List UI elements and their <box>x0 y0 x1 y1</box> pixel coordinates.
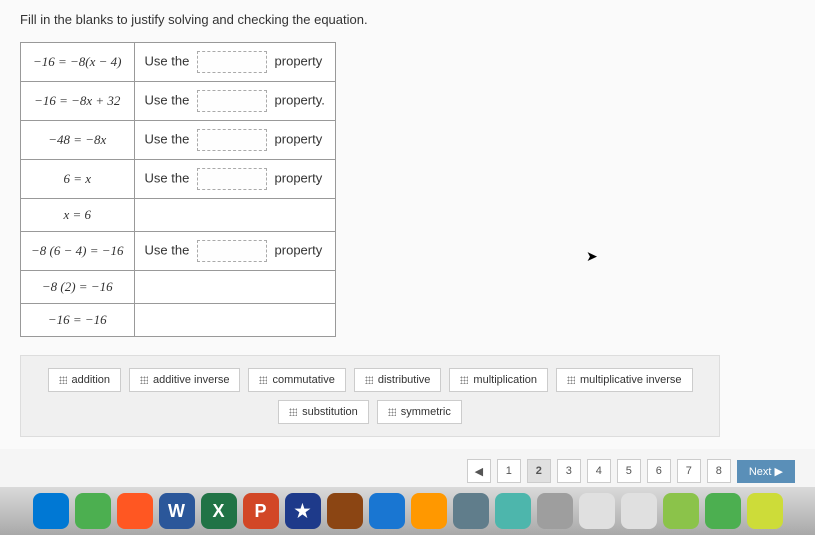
word-tile-distributive[interactable]: distributive <box>354 368 442 392</box>
action-cell: Use the property <box>134 160 335 199</box>
dock-app-icon[interactable] <box>537 493 573 529</box>
dock-app-icon[interactable] <box>327 493 363 529</box>
equation-cell: −8 (6 − 4) = −16 <box>21 232 135 271</box>
drag-handle-icon <box>140 376 148 384</box>
use-the-label: Use the <box>145 131 193 146</box>
property-label: property <box>271 170 322 185</box>
equation-cell: −16 = −8(x − 4) <box>21 43 135 82</box>
dock-app-icon[interactable] <box>621 493 657 529</box>
dock-app-icon[interactable] <box>747 493 783 529</box>
use-the-label: Use the <box>145 53 193 68</box>
word-tile-multiplicative-inverse[interactable]: multiplicative inverse <box>556 368 692 392</box>
word-bank: addition additive inverse commutative distr… <box>20 355 720 437</box>
action-cell: Use the property <box>134 232 335 271</box>
action-cell <box>134 304 335 337</box>
word-tile-label: multiplication <box>473 374 537 386</box>
page-4-button[interactable]: 4 <box>587 459 611 483</box>
equation-cell: −48 = −8x <box>21 121 135 160</box>
use-the-label: Use the <box>145 92 193 107</box>
page-3-button[interactable]: 3 <box>557 459 581 483</box>
action-cell: Use the property <box>134 121 335 160</box>
dock-app-icon[interactable] <box>663 493 699 529</box>
page-2-button[interactable]: 2 <box>527 459 551 483</box>
dock-app-icon[interactable] <box>33 493 69 529</box>
word-tile-addition[interactable]: addition <box>48 368 122 392</box>
dock-app-icon[interactable]: W <box>159 493 195 529</box>
dock-app-icon[interactable] <box>453 493 489 529</box>
property-label: property <box>271 131 322 146</box>
property-label: property <box>271 53 322 68</box>
page-8-button[interactable]: 8 <box>707 459 731 483</box>
word-tile-substitution[interactable]: substitution <box>278 400 369 424</box>
next-page-button[interactable]: Next ▶ <box>737 460 795 483</box>
property-drop-zone[interactable] <box>197 240 267 262</box>
drag-handle-icon <box>460 376 468 384</box>
property-drop-zone[interactable] <box>197 90 267 112</box>
word-tile-additive-inverse[interactable]: additive inverse <box>129 368 240 392</box>
prev-page-button[interactable]: ◀ <box>467 459 491 483</box>
drag-handle-icon <box>59 376 67 384</box>
drag-handle-icon <box>388 408 396 416</box>
word-tile-label: commutative <box>272 374 334 386</box>
property-label: property <box>271 242 322 257</box>
dock-app-icon[interactable] <box>579 493 615 529</box>
dock-app-icon[interactable] <box>75 493 111 529</box>
word-tile-label: multiplicative inverse <box>580 374 681 386</box>
drag-handle-icon <box>365 376 373 384</box>
word-tile-label: distributive <box>378 374 431 386</box>
page-5-button[interactable]: 5 <box>617 459 641 483</box>
dock-app-icon[interactable] <box>411 493 447 529</box>
action-cell <box>134 199 335 232</box>
property-drop-zone[interactable] <box>197 168 267 190</box>
drag-handle-icon <box>289 408 297 416</box>
word-tile-multiplication[interactable]: multiplication <box>449 368 548 392</box>
dock-app-icon[interactable]: P <box>243 493 279 529</box>
word-tile-label: substitution <box>302 406 358 418</box>
dock-app-icon[interactable] <box>705 493 741 529</box>
property-drop-zone[interactable] <box>197 129 267 151</box>
dock-app-icon[interactable] <box>369 493 405 529</box>
use-the-label: Use the <box>145 170 193 185</box>
drag-handle-icon <box>567 376 575 384</box>
word-tile-symmetric[interactable]: symmetric <box>377 400 462 424</box>
property-drop-zone[interactable] <box>197 51 267 73</box>
instruction-text: Fill in the blanks to justify solving an… <box>20 12 795 27</box>
action-cell <box>134 271 335 304</box>
action-cell: Use the property <box>134 43 335 82</box>
use-the-label: Use the <box>145 242 193 257</box>
word-tile-label: addition <box>72 374 111 386</box>
word-tile-commutative[interactable]: commutative <box>248 368 345 392</box>
property-label: property. <box>271 92 325 107</box>
action-cell: Use the property. <box>134 82 335 121</box>
dock-app-icon[interactable] <box>117 493 153 529</box>
drag-handle-icon <box>259 376 267 384</box>
dock-app-icon[interactable]: X <box>201 493 237 529</box>
page-1-button[interactable]: 1 <box>497 459 521 483</box>
equation-table: −16 = −8(x − 4)Use the property−16 = −8x… <box>20 42 336 337</box>
word-tile-label: symmetric <box>401 406 451 418</box>
equation-cell: x = 6 <box>21 199 135 232</box>
dock-app-icon[interactable] <box>495 493 531 529</box>
word-tile-label: additive inverse <box>153 374 229 386</box>
equation-cell: −8 (2) = −16 <box>21 271 135 304</box>
macos-dock: WXP★ <box>0 487 815 535</box>
equation-cell: 6 = x <box>21 160 135 199</box>
page-6-button[interactable]: 6 <box>647 459 671 483</box>
equation-cell: −16 = −16 <box>21 304 135 337</box>
dock-app-icon[interactable]: ★ <box>285 493 321 529</box>
page-7-button[interactable]: 7 <box>677 459 701 483</box>
equation-cell: −16 = −8x + 32 <box>21 82 135 121</box>
